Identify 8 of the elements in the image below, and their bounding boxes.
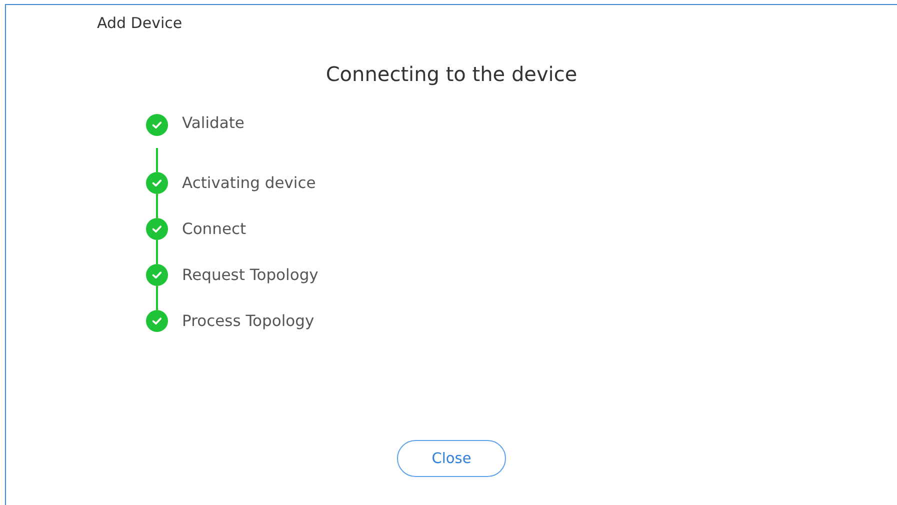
close-button[interactable]: Close <box>397 440 506 477</box>
dialog-heading: Connecting to the device <box>326 62 578 86</box>
step-label: Validate <box>182 114 244 132</box>
step-label: Process Topology <box>182 312 314 330</box>
step-label: Connect <box>182 220 246 238</box>
step-label: Request Topology <box>182 266 318 284</box>
dialog-title: Add Device <box>97 14 182 32</box>
step-label: Activating device <box>182 174 316 192</box>
